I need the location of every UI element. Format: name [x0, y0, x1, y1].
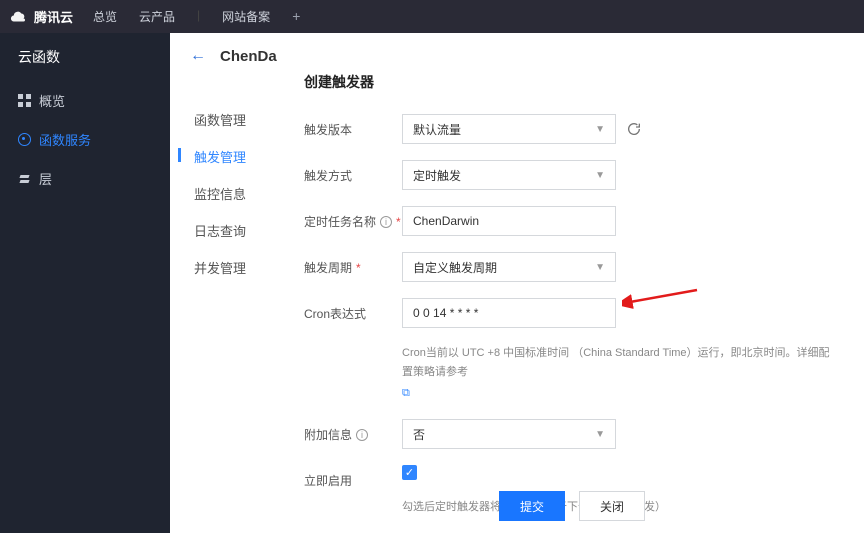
subnav-logs[interactable]: 日志查询	[170, 212, 270, 249]
label-task-name: 定时任务名称 i *	[304, 206, 402, 230]
label-cron: Cron表达式	[304, 298, 402, 322]
brand-logo[interactable]: 腾讯云	[10, 7, 73, 26]
select-period[interactable]: 自定义触发周期 ▼	[402, 252, 616, 282]
top-nav: 总览 云产品 | 网站备案 +	[93, 8, 300, 25]
label-enable: 立即启用	[304, 465, 402, 489]
subnav-concurrency[interactable]: 并发管理	[170, 249, 270, 286]
nav-add-icon[interactable]: +	[292, 8, 300, 25]
sidebar-item-label: 函数服务	[39, 130, 91, 149]
select-version[interactable]: 默认流量 ▼	[402, 114, 616, 144]
input-cron[interactable]	[402, 298, 616, 328]
page-title: ChenDa	[220, 48, 277, 65]
label-extra: 附加信息 i	[304, 419, 402, 443]
top-bar: 腾讯云 总览 云产品 | 网站备案 +	[0, 0, 864, 33]
label-version: 触发版本	[304, 114, 402, 138]
select-extra[interactable]: 否 ▼	[402, 419, 616, 449]
chevron-down-icon: ▼	[595, 429, 605, 440]
modal-title: 创建触发器	[304, 72, 840, 92]
chevron-down-icon: ▼	[595, 124, 605, 135]
external-link-icon[interactable]: ⧉	[402, 384, 410, 403]
cron-help-text: Cron当前以 UTC +8 中国标准时间 （China Standard Ti…	[402, 344, 840, 403]
cloud-logo-icon	[10, 8, 28, 26]
sidebar-item-functions[interactable]: 函数服务	[0, 120, 170, 159]
info-icon[interactable]: i	[380, 216, 392, 228]
info-icon[interactable]: i	[356, 429, 368, 441]
sub-sidebar: 函数管理 触发管理 监控信息 日志查询 并发管理	[170, 85, 270, 302]
grid-icon	[18, 94, 31, 107]
refresh-icon[interactable]	[626, 121, 642, 137]
select-method-value: 定时触发	[413, 167, 461, 184]
layers-icon	[18, 172, 31, 185]
label-period: 触发周期*	[304, 252, 402, 276]
sidebar-item-layers[interactable]: 层	[0, 159, 170, 198]
back-arrow-icon[interactable]: ←	[190, 47, 206, 65]
subnav-function-mgmt[interactable]: 函数管理	[170, 101, 270, 138]
nav-overview[interactable]: 总览	[93, 8, 117, 25]
cancel-button[interactable]: 关闭	[579, 491, 645, 521]
sidebar-item-overview[interactable]: 概览	[0, 81, 170, 120]
target-icon	[18, 133, 31, 146]
select-method[interactable]: 定时触发 ▼	[402, 160, 616, 190]
select-version-value: 默认流量	[413, 121, 461, 138]
sidebar-item-label: 层	[39, 169, 52, 188]
sidebar-item-label: 概览	[39, 91, 65, 110]
chevron-down-icon: ▼	[595, 170, 605, 181]
create-trigger-modal: 创建触发器 触发版本 默认流量 ▼ 触发方式 定时触发 ▼ 定时任务名称 i *	[280, 52, 864, 533]
label-method: 触发方式	[304, 160, 402, 184]
select-extra-value: 否	[413, 426, 425, 443]
submit-button[interactable]: 提交	[499, 491, 565, 521]
select-period-value: 自定义触发周期	[413, 259, 497, 276]
nav-beian[interactable]: 网站备案	[222, 8, 270, 25]
subnav-trigger-mgmt[interactable]: 触发管理	[170, 138, 270, 175]
sidebar-title: 云函数	[0, 33, 170, 81]
subnav-monitor[interactable]: 监控信息	[170, 175, 270, 212]
main-sidebar: 云函数 概览 函数服务 层	[0, 33, 170, 533]
brand-name: 腾讯云	[34, 7, 73, 26]
modal-footer: 提交 关闭	[280, 491, 864, 521]
checkbox-enable[interactable]: ✓	[402, 465, 417, 480]
nav-products[interactable]: 云产品	[139, 8, 175, 25]
input-task-name[interactable]	[402, 206, 616, 236]
chevron-down-icon: ▼	[595, 262, 605, 273]
